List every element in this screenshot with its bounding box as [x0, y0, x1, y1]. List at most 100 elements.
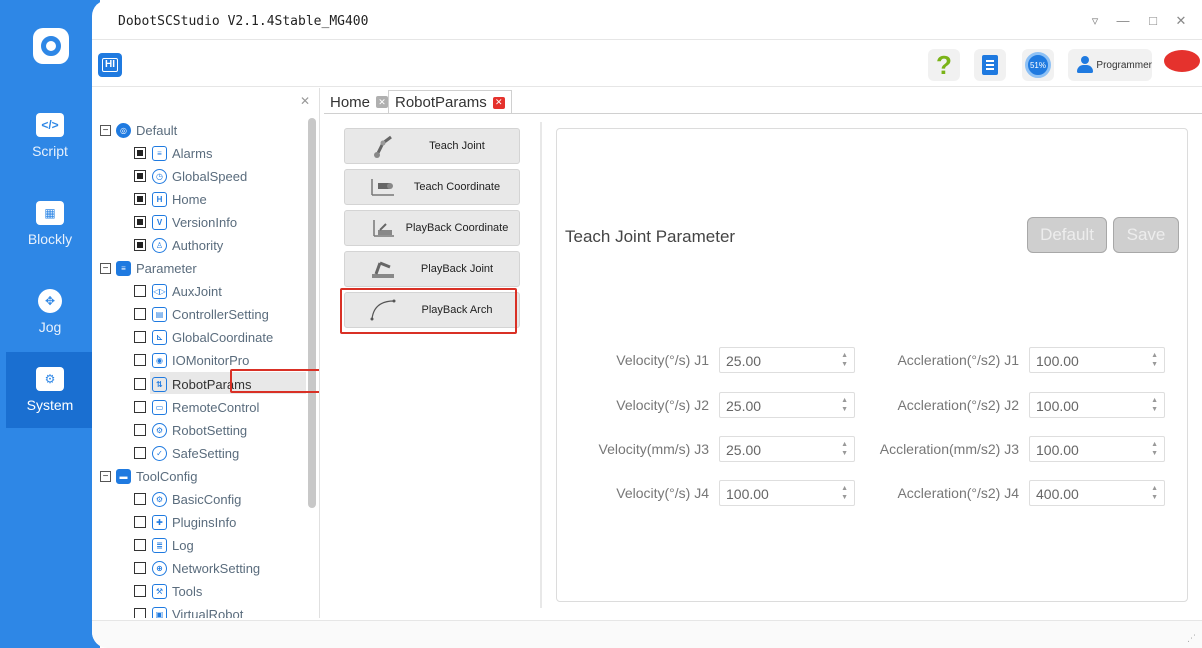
velocity-j3-input[interactable]: 25.00 ▲ ▼: [719, 436, 855, 462]
checkbox[interactable]: [134, 239, 146, 251]
spinner-arrows-icon[interactable]: ▲ ▼: [841, 484, 848, 502]
tree-item-log[interactable]: ≣ Log: [134, 535, 194, 555]
speed-gauge-icon[interactable]: 51%: [1022, 49, 1054, 81]
nav-system[interactable]: ⚙ System: [6, 352, 94, 428]
checkbox[interactable]: [134, 216, 146, 228]
tree-item-globalcoordinate[interactable]: ⊾ GlobalCoordinate: [134, 327, 273, 347]
playback-coordinate-button[interactable]: PlayBack Coordinate: [344, 210, 520, 246]
tree-close-icon[interactable]: ✕: [300, 94, 310, 108]
tree-item-safesetting[interactable]: ✓ SafeSetting: [134, 443, 239, 463]
minimize-button[interactable]: —: [1114, 12, 1132, 30]
acceleration-j4-input[interactable]: 400.00 ▲ ▼: [1029, 480, 1165, 506]
tree-item-basicconfig[interactable]: ⚙ BasicConfig: [134, 489, 241, 509]
tree-item-remotecontrol[interactable]: ▭ RemoteControl: [134, 397, 259, 417]
nav-blockly-label: Blockly: [27, 231, 73, 247]
tree-scrollbar[interactable]: [308, 118, 316, 508]
collapse-icon[interactable]: −: [100, 124, 111, 136]
checkbox[interactable]: [134, 539, 146, 551]
acceleration-j1-input[interactable]: 100.00 ▲ ▼: [1029, 347, 1165, 373]
acceleration-j2-input[interactable]: 100.00 ▲ ▼: [1029, 392, 1165, 418]
checkbox[interactable]: [134, 401, 146, 413]
tree-item-virtualrobot[interactable]: ▣ VirtualRobot: [134, 604, 243, 618]
emergency-stop-button[interactable]: [1162, 50, 1202, 80]
checkbox[interactable]: [134, 516, 146, 528]
spinner-arrows-icon[interactable]: ▲ ▼: [1151, 484, 1158, 502]
document-icon[interactable]: [974, 49, 1006, 81]
checkbox[interactable]: [134, 285, 146, 297]
collapse-icon[interactable]: −: [100, 262, 111, 274]
checkbox[interactable]: [134, 308, 146, 320]
checkbox[interactable]: [134, 354, 146, 366]
checkbox[interactable]: [134, 170, 146, 182]
spinner-arrows-icon[interactable]: ▲ ▼: [841, 396, 848, 414]
nav-jog[interactable]: ✥ Jog: [6, 274, 94, 350]
teach-joint-button[interactable]: Teach Joint: [344, 128, 520, 164]
tree-group-default[interactable]: − ◎ Default: [100, 120, 177, 140]
checkbox[interactable]: [134, 331, 146, 343]
checkbox[interactable]: [134, 193, 146, 205]
checkbox[interactable]: [134, 585, 146, 597]
help-icon[interactable]: ?: [928, 49, 960, 81]
nav-blockly[interactable]: ▦ Blockly: [6, 186, 94, 262]
tree-item-globalspeed[interactable]: ◷ GlobalSpeed: [134, 166, 247, 186]
velocity-j1-label: Velocity(°/s) J1: [616, 352, 709, 368]
checkbox[interactable]: [134, 608, 146, 618]
tab-close-icon[interactable]: ✕: [492, 96, 505, 109]
spinner-arrows-icon[interactable]: ▲ ▼: [841, 440, 848, 458]
gear-icon: ⚙: [36, 367, 64, 391]
tree-item-alarms[interactable]: ≡ Alarms: [134, 143, 212, 163]
toolbar: HI ? 51% Programmer: [92, 41, 1202, 87]
checkbox[interactable]: [134, 378, 146, 390]
dropdown-icon[interactable]: ▿: [1086, 12, 1104, 30]
user-button[interactable]: Programmer: [1068, 49, 1152, 81]
velocity-j4-label: Velocity(°/s) J4: [616, 485, 709, 501]
checkbox[interactable]: [134, 562, 146, 574]
tree-item-controllersetting[interactable]: ▤ ControllerSetting: [134, 304, 269, 324]
tree-item-networksetting[interactable]: ⊕ NetworkSetting: [134, 558, 260, 578]
spinner-arrows-icon[interactable]: ▲ ▼: [1151, 351, 1158, 369]
tree-group-parameter[interactable]: − ≡ Parameter: [100, 258, 197, 278]
checkbox[interactable]: [134, 424, 146, 436]
playback-joint-button[interactable]: PlayBack Joint: [344, 251, 520, 287]
tree-group-toolconfig[interactable]: − ▬ ToolConfig: [100, 466, 197, 486]
velocity-j2-input[interactable]: 25.00 ▲ ▼: [719, 392, 855, 418]
tree-item-auxjoint[interactable]: ◁▷ AuxJoint: [134, 281, 222, 301]
settings-icon: ⚙: [152, 422, 167, 438]
hi-button[interactable]: HI: [98, 53, 122, 77]
tree-item-versioninfo[interactable]: V VersionInfo: [134, 212, 237, 232]
checkbox[interactable]: [134, 147, 146, 159]
close-button[interactable]: ✕: [1172, 12, 1190, 30]
tree-item-robotsetting[interactable]: ⚙ RobotSetting: [134, 420, 247, 440]
tree-item-label: Home: [172, 191, 207, 207]
parameter-icon: ≡: [116, 260, 131, 276]
velocity-j2-label: Velocity(°/s) J2: [616, 397, 709, 413]
nav-script[interactable]: </> Script: [6, 98, 94, 174]
coordinate-arm-icon: [363, 172, 403, 202]
spinner-arrows-icon[interactable]: ▲ ▼: [1151, 396, 1158, 414]
teach-coordinate-button[interactable]: Teach Coordinate: [344, 169, 520, 205]
tree-item-iomonitorpro[interactable]: ◉ IOMonitorPro: [134, 350, 249, 370]
resize-grip-icon[interactable]: ⋰: [1187, 633, 1196, 644]
maximize-button[interactable]: □: [1144, 12, 1162, 30]
collapse-icon[interactable]: −: [100, 470, 111, 482]
tree-item-tools[interactable]: ⚒ Tools: [134, 581, 202, 601]
tab-close-icon[interactable]: ✕: [376, 96, 389, 108]
checkbox[interactable]: [134, 493, 146, 505]
spinner-arrows-icon[interactable]: ▲ ▼: [1151, 440, 1158, 458]
config-icon: ⚙: [152, 491, 167, 507]
save-button[interactable]: Save: [1113, 217, 1179, 253]
tab-robotparams[interactable]: RobotParams ✕: [388, 90, 512, 114]
tree-item-label: IOMonitorPro: [172, 352, 250, 368]
default-button[interactable]: Default: [1027, 217, 1107, 253]
tree-item-pluginsinfo[interactable]: ✚ PluginsInfo: [134, 512, 236, 532]
home-icon: H: [152, 191, 167, 207]
velocity-j1-input[interactable]: 25.00 ▲ ▼: [719, 347, 855, 373]
acceleration-j3-input[interactable]: 100.00 ▲ ▼: [1029, 436, 1165, 462]
tree-item-home[interactable]: H Home: [134, 189, 207, 209]
spinner-arrows-icon[interactable]: ▲ ▼: [841, 351, 848, 369]
clock-icon: ◷: [152, 168, 167, 184]
tab-home[interactable]: Home ✕: [324, 90, 394, 114]
tree-item-authority[interactable]: ♙ Authority: [134, 235, 223, 255]
checkbox[interactable]: [134, 447, 146, 459]
velocity-j4-input[interactable]: 100.00 ▲ ▼: [719, 480, 855, 506]
